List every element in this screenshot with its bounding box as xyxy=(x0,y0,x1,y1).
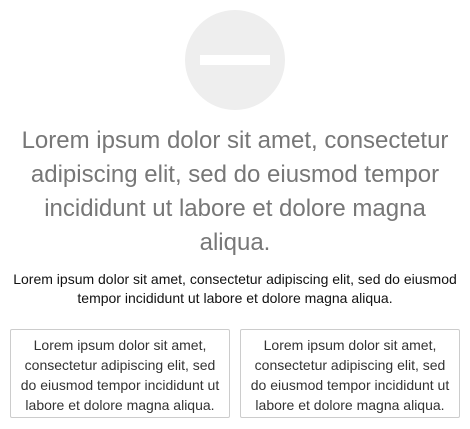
minus-circle-icon xyxy=(185,10,285,110)
page-title: Lorem ipsum dolor sit amet, consectetur … xyxy=(21,127,449,256)
secondary-option-button[interactable]: Lorem ipsum dolor sit amet, consectetur … xyxy=(240,329,460,418)
primary-option-button[interactable]: Lorem ipsum dolor sit amet, consectetur … xyxy=(10,329,230,418)
description-text: Lorem ipsum dolor sit amet, consectetur … xyxy=(13,271,457,306)
empty-state-page: Lorem ipsum dolor sit amet, consectetur … xyxy=(0,0,470,429)
minus-bar xyxy=(200,55,270,65)
